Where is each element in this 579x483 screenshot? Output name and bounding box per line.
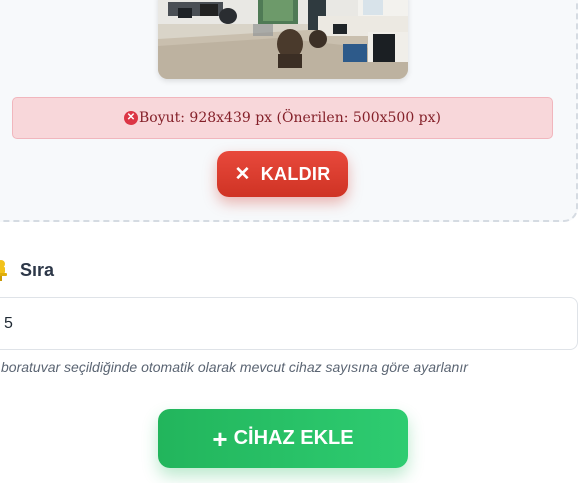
order-input[interactable] — [0, 297, 578, 350]
lab-photo — [158, 0, 408, 79]
remove-image-button[interactable]: ✕ KALDIR — [217, 151, 348, 197]
x-circle-icon: ✕ — [124, 111, 138, 125]
image-size-alert: ✕ Boyut: 928x439 px (Önerilen: 500x500 p… — [12, 97, 553, 139]
plus-icon: + — [212, 423, 228, 454]
add-device-button[interactable]: + CİHAZ EKLE — [158, 409, 408, 468]
add-device-label: CİHAZ EKLE — [233, 427, 354, 449]
pin-icon — [0, 260, 7, 281]
order-hint: boratuvar seçildiğinde otomatik olarak m… — [1, 359, 468, 375]
close-icon: ✕ — [234, 163, 251, 185]
lab-photo-preview — [158, 0, 408, 79]
remove-image-label: KALDIR — [260, 163, 331, 184]
image-size-message: Boyut: 928x439 px (Önerilen: 500x500 px) — [139, 110, 441, 126]
device-form: ✕ Boyut: 928x439 px (Önerilen: 500x500 p… — [0, 0, 579, 483]
order-label-text: Sıra — [20, 259, 55, 280]
order-field-label: Sıra — [0, 258, 54, 282]
